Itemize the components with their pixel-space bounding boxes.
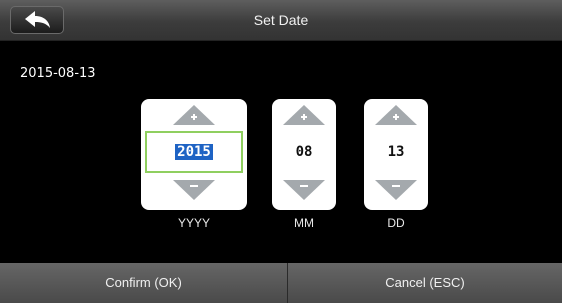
month-value-field[interactable]: 08 — [276, 131, 332, 173]
day-increment-button[interactable] — [364, 101, 428, 129]
day-picker: 13 — [364, 99, 428, 210]
year-increment-button[interactable] — [141, 101, 247, 129]
current-date-display: 2015-08-13 — [20, 66, 96, 81]
month-picker: 08 — [272, 99, 336, 210]
year-value-field[interactable]: 2015 — [145, 131, 243, 173]
plus-up-arrow-icon — [173, 105, 215, 125]
year-unit-label: YYYY — [177, 216, 210, 230]
day-decrement-button[interactable] — [364, 178, 428, 206]
month-unit-label: MM — [294, 216, 314, 230]
footer-bar: Confirm (OK) Cancel (ESC) — [0, 263, 562, 303]
year-decrement-button[interactable] — [141, 178, 247, 206]
page-title: Set Date — [253, 12, 309, 28]
minus-down-arrow-icon — [283, 180, 325, 200]
month-increment-button[interactable] — [272, 101, 336, 129]
plus-up-arrow-icon — [375, 105, 417, 125]
plus-up-arrow-icon — [283, 105, 325, 125]
title-bar: Set Date — [0, 0, 562, 41]
confirm-button[interactable]: Confirm (OK) — [0, 263, 287, 303]
cancel-button[interactable]: Cancel (ESC) — [288, 263, 562, 303]
day-unit-label: DD — [387, 216, 405, 230]
minus-down-arrow-icon — [375, 180, 417, 200]
minus-down-arrow-icon — [173, 180, 215, 200]
month-decrement-button[interactable] — [272, 178, 336, 206]
year-value: 2015 — [175, 144, 213, 160]
year-picker: 2015 — [141, 99, 247, 210]
day-value-field[interactable]: 13 — [368, 131, 424, 173]
